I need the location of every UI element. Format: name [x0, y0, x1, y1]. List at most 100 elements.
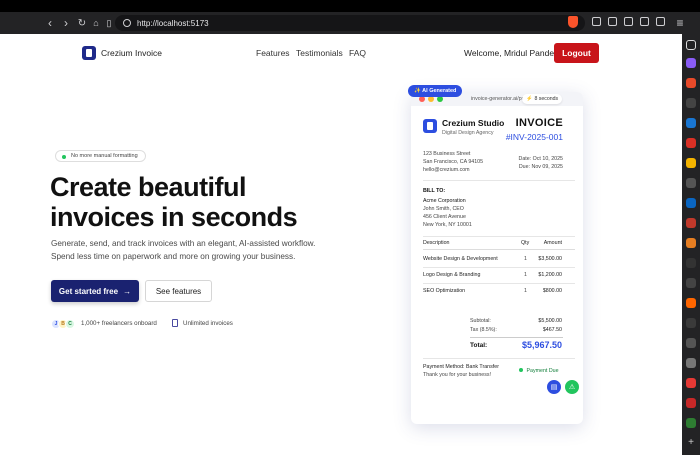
divider	[423, 358, 575, 359]
add-icon[interactable]: +	[686, 438, 696, 448]
sidebar-app-icon[interactable]	[686, 118, 696, 128]
tab-strip	[0, 0, 700, 12]
sidebar-app-icon[interactable]	[686, 338, 696, 348]
sidebar-app-icon[interactable]	[686, 58, 696, 68]
sidebar-app-icon[interactable]	[686, 398, 696, 408]
item-qty: 1	[524, 256, 527, 262]
item-amount: $800.00	[542, 288, 562, 294]
hero-subtitle: Generate, send, and track invoices with …	[51, 237, 371, 263]
subtotal-label: Subtotal:	[470, 318, 491, 324]
sidebar-app-icon[interactable]	[686, 258, 696, 268]
item-description: Website Design & Development	[423, 256, 498, 262]
column-description: Description	[423, 240, 450, 246]
browser-sidebar: +	[682, 34, 700, 455]
company-tagline: Digital Design Agency	[442, 130, 494, 136]
document-icon	[172, 319, 178, 327]
sidebar-app-icon[interactable]	[686, 98, 696, 108]
sidebar-toggle-icon[interactable]	[608, 17, 617, 26]
get-started-button[interactable]: Get started free →	[51, 280, 139, 302]
page: Crezium Invoice Features Testimonials FA…	[0, 34, 682, 455]
hero-title-line-1: Create beautiful	[50, 172, 247, 202]
arrow-right-icon: →	[123, 286, 132, 296]
brave-shield-icon[interactable]	[568, 16, 578, 28]
client-address-1: 456 Client Avenue	[423, 214, 466, 220]
welcome-text: Welcome, Mridul Pandey!	[464, 48, 561, 58]
tax-label: Tax (8.5%):	[470, 327, 497, 333]
item-amount: $3,500.00	[538, 256, 562, 262]
sidebar-panel-icon[interactable]	[686, 40, 696, 50]
brand-logo-icon[interactable]	[82, 46, 96, 60]
invoice-title: INVOICE	[515, 117, 563, 129]
item-amount: $1,200.00	[538, 272, 562, 278]
invoice-number: #INV-2025-001	[505, 132, 563, 142]
company-address-1: 123 Business Street	[423, 151, 471, 157]
item-qty: 1	[524, 272, 527, 278]
sidebar-app-icon[interactable]	[686, 418, 696, 428]
freelancers-count: 1,000+ freelancers onboard	[81, 320, 157, 327]
forward-icon[interactable]: ›	[58, 16, 74, 30]
sidebar-app-icon[interactable]	[686, 78, 696, 88]
warning-action-icon[interactable]: ⚠	[565, 380, 579, 394]
download-icon[interactable]	[624, 17, 633, 26]
column-amount: Amount	[543, 240, 562, 246]
sidebar-app-icon[interactable]	[686, 318, 696, 328]
bolt-icon: ⚡	[526, 96, 533, 102]
divider	[423, 180, 575, 181]
payment-status-badge: Payment Due	[519, 368, 559, 374]
company-name: Crezium Studio	[442, 118, 505, 128]
nav-link-features[interactable]: Features	[256, 48, 290, 58]
payment-status-text: Payment Due	[526, 368, 559, 374]
get-started-label: Get started free	[58, 286, 119, 296]
item-qty: 1	[524, 288, 527, 294]
sidebar-app-icon[interactable]	[686, 138, 696, 148]
sidebar-app-icon[interactable]	[686, 378, 696, 388]
sidebar-app-icon[interactable]	[686, 238, 696, 248]
extensions-icon[interactable]	[592, 17, 601, 26]
column-qty: Qty	[521, 240, 530, 246]
hero-subtitle-line-2: Spend less time on paperwork and more on…	[51, 252, 296, 261]
site-info-icon[interactable]	[123, 19, 131, 27]
generation-time: ⚡ 8 seconds	[522, 94, 563, 104]
payment-method: Payment Method: Bank Transfer	[423, 364, 499, 370]
invoice-date: Date: Oct 10, 2025	[518, 156, 563, 162]
sidebar-app-icon[interactable]	[686, 358, 696, 368]
brand-name[interactable]: Crezium Invoice	[101, 48, 162, 58]
invoice-preview-card: invoice-generator.ai/preview ⚡ 8 seconds…	[411, 92, 583, 424]
hero-title: Create beautiful invoices in seconds	[50, 172, 298, 232]
nav-link-testimonials[interactable]: Testimonials	[296, 48, 343, 58]
avatar: C	[65, 319, 75, 329]
sidebar-app-icon[interactable]	[686, 218, 696, 228]
logout-button[interactable]: Logout	[554, 43, 599, 63]
sidebar-app-icon[interactable]	[686, 198, 696, 208]
wallet-icon[interactable]	[640, 17, 649, 26]
sidebar-app-icon[interactable]	[686, 158, 696, 168]
subtotal-value: $5,500.00	[538, 318, 562, 324]
hero-title-line-2: invoices in seconds	[50, 202, 298, 232]
sidebar-app-icon[interactable]	[686, 178, 696, 188]
divider	[423, 283, 575, 284]
sidebar-app-icon[interactable]	[686, 278, 696, 288]
invoice-due-date: Due: Nov 09, 2025	[518, 164, 563, 170]
generation-time-text: 8 seconds	[534, 96, 559, 102]
ai-generated-badge: ✨ AI Generated	[408, 85, 463, 97]
client-name: Acme Corporation	[423, 198, 466, 204]
menu-icon[interactable]: ≡	[672, 16, 688, 30]
divider	[423, 267, 575, 268]
see-features-button[interactable]: See features	[145, 280, 212, 302]
url-text: http://localhost:5173	[137, 18, 209, 28]
feature-pill: No more manual formatting	[55, 150, 146, 162]
document-action-icon[interactable]: ▤	[547, 380, 561, 394]
divider	[470, 337, 563, 338]
item-description: Logo Design & Branding	[423, 272, 481, 278]
back-icon[interactable]: ‹	[42, 16, 58, 30]
company-logo-icon	[423, 119, 437, 133]
browser-toolbar: ‹ › ↻ ⌂ ▯ http://localhost:5173 ≡	[0, 12, 700, 34]
tax-value: $467.50	[542, 327, 562, 333]
nav-link-faq[interactable]: FAQ	[349, 48, 366, 58]
address-bar[interactable]: http://localhost:5173	[115, 15, 585, 31]
hero-subtitle-line-1: Generate, send, and track invoices with …	[51, 239, 316, 248]
total-label: Total:	[470, 342, 488, 349]
top-nav: Crezium Invoice Features Testimonials FA…	[0, 43, 682, 66]
sidebar-app-icon[interactable]	[686, 298, 696, 308]
profile-icon[interactable]	[656, 17, 665, 26]
